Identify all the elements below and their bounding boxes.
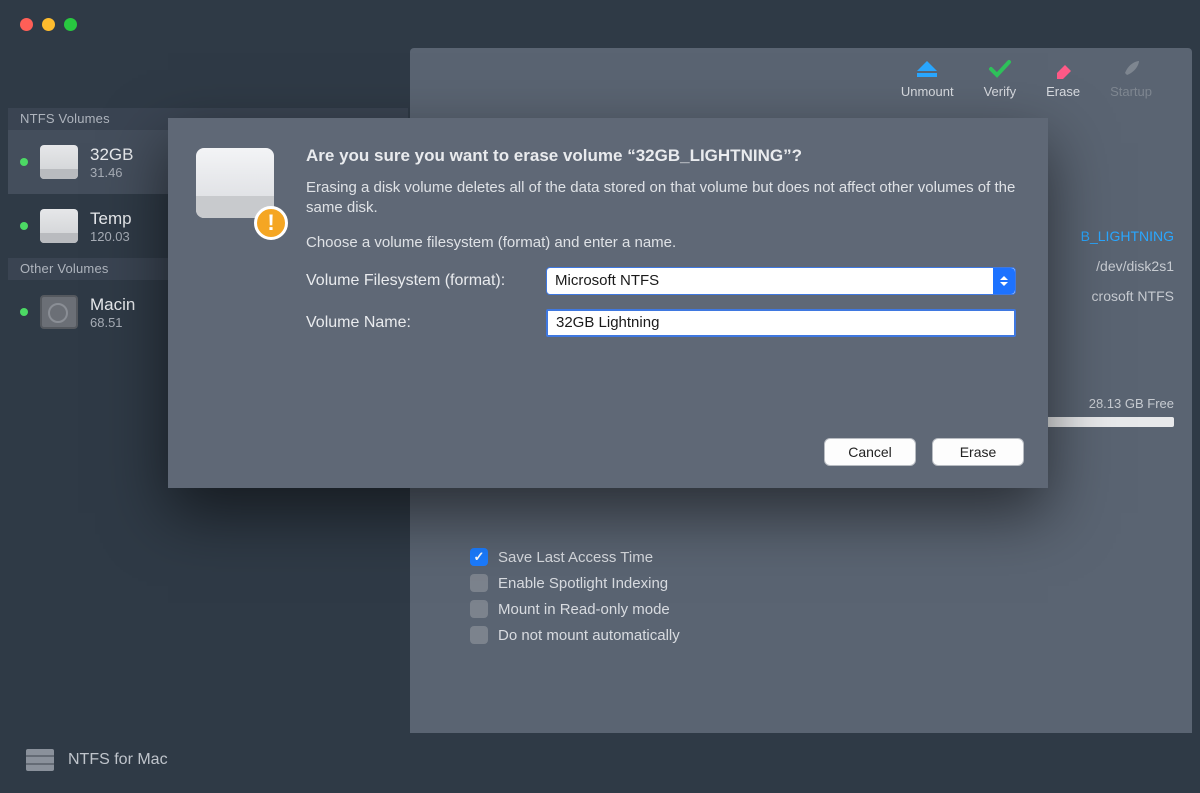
cancel-button[interactable]: Cancel	[824, 438, 916, 466]
option-save-last-access-time[interactable]: Save Last Access Time	[470, 548, 680, 566]
toolbar-label: Startup	[1110, 84, 1152, 99]
option-enable-spotlight[interactable]: Enable Spotlight Indexing	[470, 574, 680, 592]
unmount-button[interactable]: Unmount	[901, 58, 954, 99]
filesystem-label: Volume Filesystem (format):	[306, 272, 546, 290]
drive-icon	[40, 209, 78, 243]
app-icon	[26, 749, 54, 771]
mount-options: Save Last Access Time Enable Spotlight I…	[470, 548, 680, 644]
detail-fs: crosoft NTFS	[1092, 288, 1174, 304]
dialog-buttons: Cancel Erase	[824, 438, 1024, 466]
action-toolbar: Unmount Verify Erase Startup	[901, 58, 1152, 99]
window-header	[0, 0, 1200, 48]
dialog-paragraph: Erasing a disk volume deletes all of the…	[306, 178, 1016, 219]
status-dot-icon	[20, 308, 28, 316]
close-window-button[interactable]	[20, 18, 33, 31]
detail-mount: /dev/disk2s1	[1096, 258, 1174, 274]
volume-title: Temp	[90, 209, 132, 229]
volume-text: Macin 68.51	[90, 295, 135, 330]
warning-badge-icon: !	[254, 206, 288, 240]
window-controls	[20, 18, 77, 31]
footer-title: NTFS for Mac	[68, 751, 168, 769]
detail-name: B_LIGHTNING	[1081, 228, 1174, 244]
check-icon	[987, 58, 1013, 80]
toolbar-label: Verify	[984, 84, 1017, 99]
startup-button[interactable]: Startup	[1110, 58, 1152, 99]
option-read-only[interactable]: Mount in Read-only mode	[470, 600, 680, 618]
verify-button[interactable]: Verify	[984, 58, 1017, 99]
maximize-window-button[interactable]	[64, 18, 77, 31]
option-label: Mount in Read-only mode	[498, 601, 670, 618]
volume-sub: 120.03	[90, 229, 132, 244]
volume-text: Temp 120.03	[90, 209, 132, 244]
status-dot-icon	[20, 222, 28, 230]
option-label: Save Last Access Time	[498, 549, 653, 566]
option-no-automount[interactable]: Do not mount automatically	[470, 626, 680, 644]
volume-sub: 68.51	[90, 315, 135, 330]
volume-title: 32GB	[90, 145, 133, 165]
erase-confirm-button[interactable]: Erase	[932, 438, 1024, 466]
option-label: Enable Spotlight Indexing	[498, 575, 668, 592]
drive-icon	[40, 145, 78, 179]
select-stepper-icon	[993, 268, 1015, 294]
eject-icon	[914, 58, 940, 80]
toolbar-label: Unmount	[901, 84, 954, 99]
toolbar-label: Erase	[1046, 84, 1080, 99]
dialog-icon: !	[196, 148, 278, 230]
dialog-body: Are you sure you want to erase volume “3…	[306, 146, 1016, 351]
volume-name-input[interactable]	[546, 309, 1016, 337]
volume-title: Macin	[90, 295, 135, 315]
option-label: Do not mount automatically	[498, 627, 680, 644]
rocket-icon	[1118, 58, 1144, 80]
eraser-icon	[1050, 58, 1076, 80]
erase-dialog: ! Are you sure you want to erase volume …	[168, 118, 1048, 488]
dialog-title: Are you sure you want to erase volume “3…	[306, 146, 1016, 166]
status-dot-icon	[20, 158, 28, 166]
footer: NTFS for Mac	[8, 735, 1192, 785]
filesystem-value: Microsoft NTFS	[555, 272, 659, 289]
dialog-form: Volume Filesystem (format): Microsoft NT…	[306, 267, 1016, 337]
volume-text: 32GB 31.46	[90, 145, 133, 180]
checkbox-icon	[470, 600, 488, 618]
checkbox-icon	[470, 574, 488, 592]
filesystem-select[interactable]: Microsoft NTFS	[546, 267, 1016, 295]
checkbox-icon	[470, 548, 488, 566]
volume-sub: 31.46	[90, 165, 133, 180]
hdd-icon	[40, 295, 78, 329]
erase-button[interactable]: Erase	[1046, 58, 1080, 99]
minimize-window-button[interactable]	[42, 18, 55, 31]
checkbox-icon	[470, 626, 488, 644]
dialog-paragraph: Choose a volume filesystem (format) and …	[306, 233, 1016, 253]
volume-name-label: Volume Name:	[306, 314, 546, 332]
